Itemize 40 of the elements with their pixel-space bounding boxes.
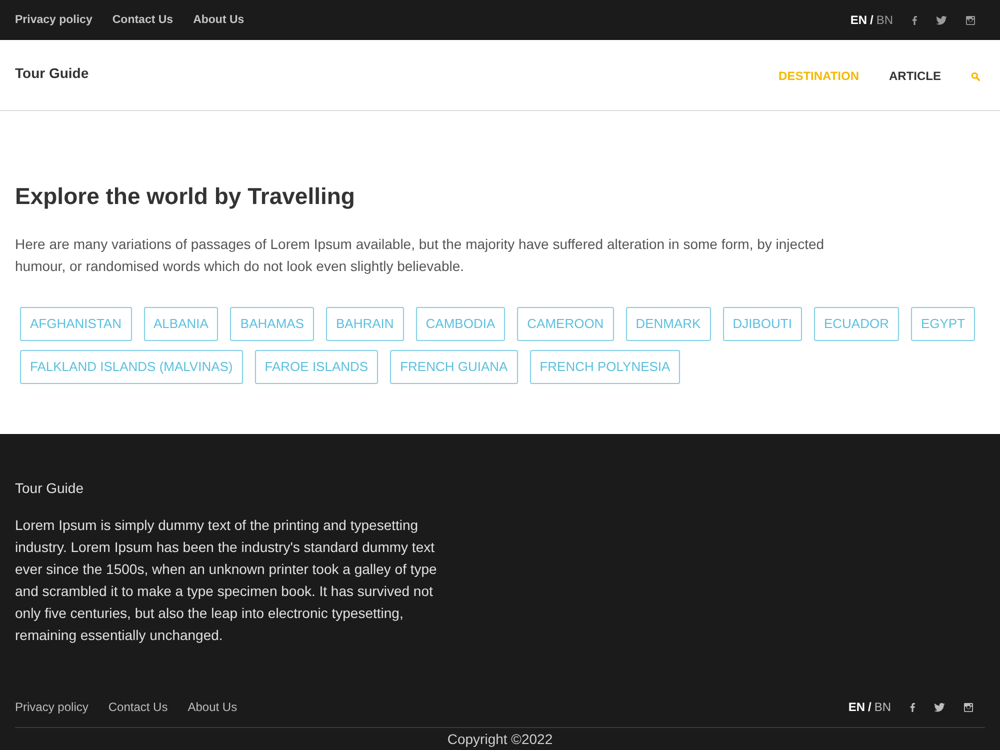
footer-title: Tour Guide (15, 479, 84, 498)
page-heading: Explore the world by Travelling (15, 182, 356, 211)
footer-link[interactable]: Privacy policy (15, 697, 88, 717)
facebook-icon[interactable] (910, 702, 915, 712)
country-tag[interactable]: FAROE ISLANDS (254, 350, 378, 384)
country-tag[interactable]: BAHRAIN (326, 307, 404, 341)
country-tag[interactable]: ECUADOR (814, 307, 899, 341)
country-tag[interactable]: FRENCH POLYNESIA (530, 350, 680, 384)
country-tag[interactable]: AFGHANISTAN (20, 307, 132, 341)
language-link[interactable]: EN (848, 699, 865, 715)
bird-icon[interactable] (936, 16, 947, 24)
nav-link[interactable]: DESTINATION (778, 68, 859, 84)
bird-icon[interactable] (934, 702, 945, 712)
top-link[interactable]: Privacy policy (15, 12, 92, 28)
footer-paragraph: Lorem Ipsum is simply dummy text of the printing and typesetting industry. Lorem Ipsum has been the industry's standard dummy text ever since the 1500s, when an unknown printer took a galley of type and scrambled it to make a type specimen book. It has survived not only five centuries, but also the leap into electronic typesetting, remaining essentially unchanged. (15, 516, 438, 645)
footer-link[interactable]: About Us (188, 697, 238, 717)
footer-link[interactable]: Contact Us (108, 697, 168, 717)
top-link[interactable]: Contact Us (112, 12, 174, 28)
country-tag[interactable]: BAHAMAS (230, 307, 314, 341)
country-tag[interactable]: CAMBODIA (416, 307, 506, 341)
country-tag[interactable]: FRENCH GUIANA (390, 350, 518, 384)
camera-icon[interactable] (964, 702, 973, 712)
language-separator: / (870, 12, 874, 28)
language-link[interactable]: EN (850, 12, 867, 28)
top-link[interactable]: About Us (193, 12, 244, 28)
language-link[interactable]: BN (876, 12, 893, 28)
site-title[interactable]: Tour Guide (15, 64, 89, 82)
intro-paragraph: Here are many variations of passages of Lorem Ipsum available, but the majority have suffered alteration in some form, by injected humour, or randomised words which do not look even slightly believable. (15, 235, 826, 276)
language-separator: / (868, 699, 872, 715)
facebook-icon[interactable] (912, 16, 917, 24)
country-tag[interactable]: DENMARK (626, 307, 711, 341)
country-tag[interactable]: EGYPT (910, 307, 976, 341)
language-link[interactable]: BN (874, 699, 891, 715)
copyright-text: Copyright ©2022 (446, 730, 554, 749)
country-tag[interactable]: ALBANIA (144, 307, 218, 341)
country-tag[interactable]: DJIBOUTI (722, 307, 802, 341)
country-tag[interactable]: FALKLAND ISLANDS (MALVINAS) (20, 350, 243, 384)
nav-link[interactable]: ARTICLE (889, 68, 941, 84)
camera-icon[interactable] (966, 16, 975, 24)
country-tag[interactable]: CAMEROON (517, 307, 614, 341)
